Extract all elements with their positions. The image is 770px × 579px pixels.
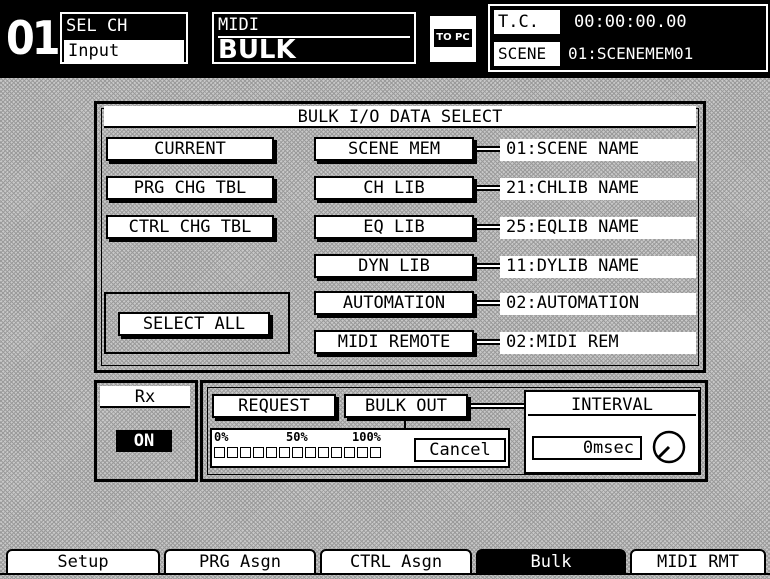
ch-lib-name: 21:CHLIB NAME [500, 178, 696, 200]
sel-ch-value: Input [64, 40, 184, 62]
interval-value: 0msec [532, 436, 642, 460]
progress-label-100: 100% [352, 430, 381, 444]
midi-mode-box: MIDI BULK [212, 12, 416, 64]
bulk-select-title: BULK I/O DATA SELECT [104, 106, 696, 128]
to-pc-button[interactable]: TO PC [428, 14, 478, 64]
progress-segment [253, 447, 264, 458]
tc-label: T.C. [494, 10, 560, 34]
progress-meter [214, 447, 404, 461]
screen: 01 SEL CH Input MIDI BULK TO PC T.C. 00:… [0, 0, 770, 579]
interval-label: INTERVAL [528, 394, 696, 416]
midi-remote-name: 02:MIDI REM [500, 332, 696, 354]
tab-setup[interactable]: Setup [6, 549, 160, 575]
interval-knob[interactable] [646, 424, 692, 470]
progress-segment [370, 447, 381, 458]
tc-value: 00:00:00.00 [574, 12, 687, 32]
dyn-lib-name: 11:DYLIB NAME [500, 256, 696, 278]
progress-label-0: 0% [214, 430, 229, 444]
channel-number: 01 [6, 11, 61, 65]
progress-segment [331, 447, 342, 458]
eq-lib-name: 25:EQLIB NAME [500, 217, 696, 239]
midi-label: MIDI [218, 15, 259, 35]
request-button[interactable]: REQUEST [212, 394, 336, 418]
progress-segment [292, 447, 303, 458]
to-pc-label: TO PC [434, 29, 472, 47]
progress-segment [344, 447, 355, 458]
tab-ctrl-asgn[interactable]: CTRL Asgn [320, 549, 472, 575]
current-button[interactable]: CURRENT [106, 137, 274, 161]
scene-mem-button[interactable]: SCENE MEM [314, 137, 474, 161]
dyn-lib-button[interactable]: DYN LIB [314, 254, 474, 278]
rx-label: Rx [100, 386, 190, 408]
automation-button[interactable]: AUTOMATION [314, 291, 474, 315]
progress-label-50: 50% [286, 430, 308, 444]
mode-value: BULK [218, 35, 296, 65]
progress-segment [266, 447, 277, 458]
progress-segment [214, 447, 225, 458]
rx-on-button[interactable]: ON [116, 430, 172, 452]
bulk-out-connector [471, 403, 525, 409]
progress-segment [279, 447, 290, 458]
cancel-button[interactable]: Cancel [414, 438, 506, 462]
progress-segment [227, 447, 238, 458]
scene-value: 01:SCENEMEM01 [568, 44, 694, 63]
ch-lib-button[interactable]: CH LIB [314, 176, 474, 200]
sel-ch-label: SEL CH [66, 16, 128, 36]
tc-scene-box: T.C. 00:00:00.00 SCENE 01:SCENEMEM01 [488, 4, 768, 72]
progress-segment [240, 447, 251, 458]
progress-segment [318, 447, 329, 458]
automation-name: 02:AUTOMATION [500, 293, 696, 315]
midi-remote-button[interactable]: MIDI REMOTE [314, 330, 474, 354]
progress-segment [305, 447, 316, 458]
scene-mem-name: 01:SCENE NAME [500, 139, 696, 161]
tab-midi-rmt[interactable]: MIDI RMT [630, 549, 766, 575]
prg-chg-tbl-button[interactable]: PRG CHG TBL [106, 176, 274, 200]
tab-bulk[interactable]: Bulk [476, 549, 626, 575]
knob-icon [652, 430, 686, 464]
select-all-button[interactable]: SELECT ALL [118, 312, 270, 336]
scene-label: SCENE [494, 42, 560, 66]
tab-prg-asgn[interactable]: PRG Asgn [164, 549, 316, 575]
ctrl-chg-tbl-button[interactable]: CTRL CHG TBL [106, 215, 274, 239]
eq-lib-button[interactable]: EQ LIB [314, 215, 474, 239]
progress-segment [357, 447, 368, 458]
sel-ch-box[interactable]: SEL CH Input [60, 12, 188, 64]
bulk-out-button[interactable]: BULK OUT [344, 394, 468, 418]
